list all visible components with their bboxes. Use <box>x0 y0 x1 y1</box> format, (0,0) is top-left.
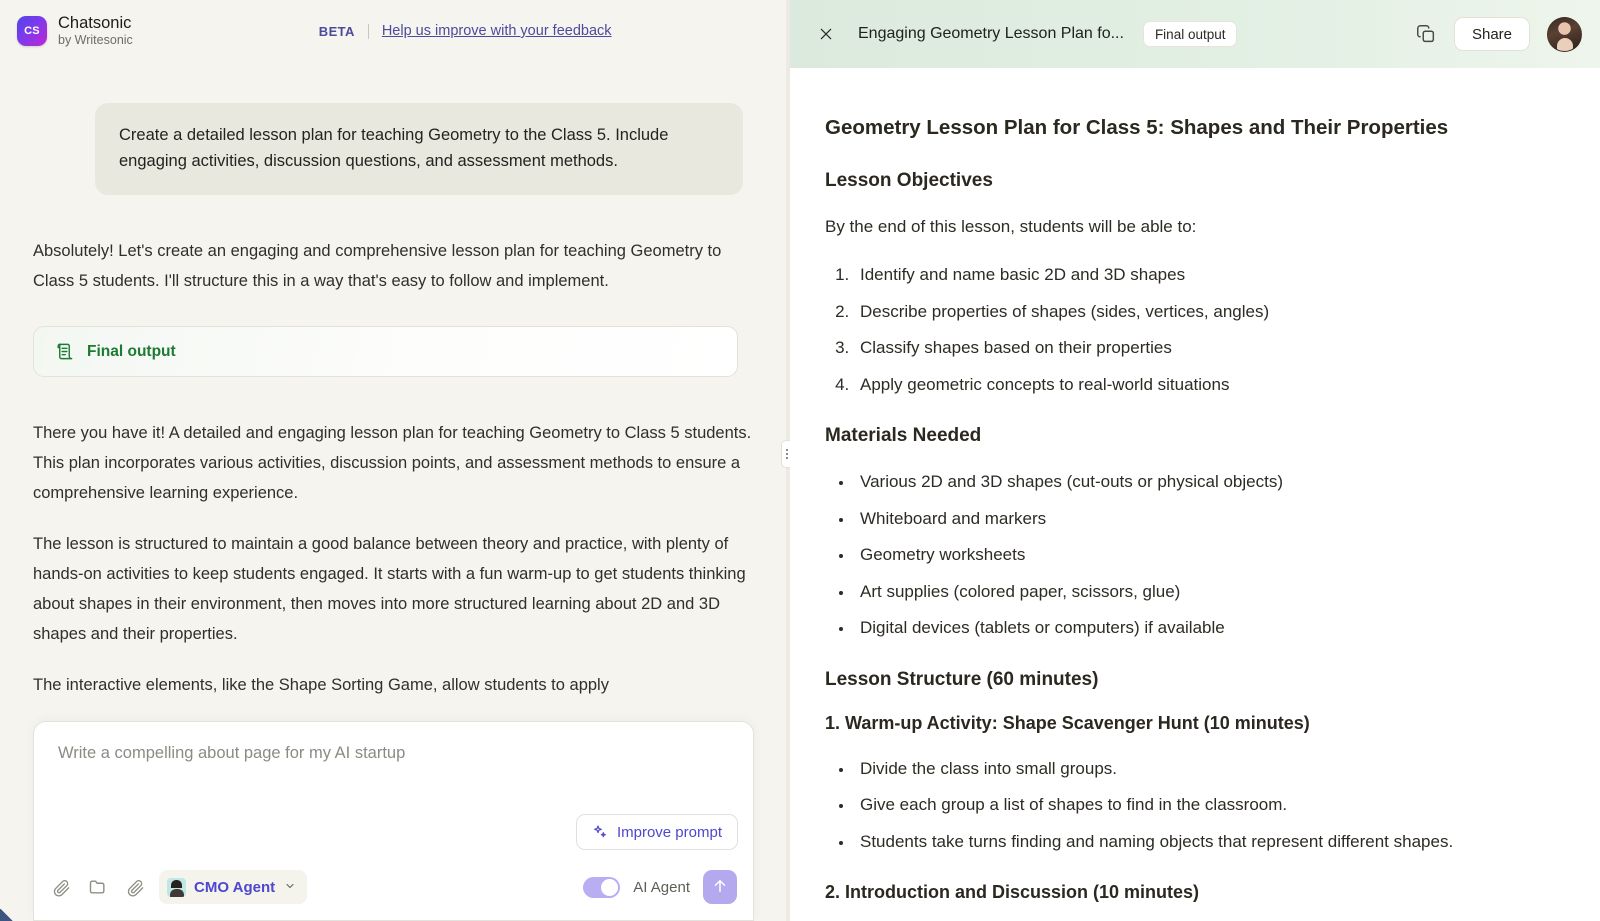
paperclip-icon[interactable] <box>50 876 72 898</box>
final-output-card[interactable]: Final output <box>33 326 738 378</box>
list-item: Geometry worksheets <box>854 542 1560 568</box>
assistant-intro-text: Absolutely! Let's create an engaging and… <box>33 242 722 291</box>
close-icon[interactable] <box>814 22 838 46</box>
list-item: Give each group a list of shapes to find… <box>854 792 1560 818</box>
beta-divider <box>367 23 369 39</box>
ai-agent-label: AI Agent <box>633 878 690 896</box>
brand-text: Chatsonic by Writesonic <box>58 14 133 48</box>
agent-selector[interactable]: CMO Agent <box>159 870 308 904</box>
improve-prompt-button[interactable]: Improve prompt <box>575 814 738 850</box>
assistant-paragraph-2: The lesson is structured to maintain a g… <box>33 535 746 644</box>
final-output-label: Final output <box>87 342 176 360</box>
beta-badge: BETA <box>318 23 355 39</box>
agent-name-label: CMO Agent <box>194 878 276 896</box>
panel-actions: Share <box>1415 16 1582 52</box>
doc-heading-section2: 2. Introduction and Discussion (10 minut… <box>825 882 1200 903</box>
doc-objectives-list: Identify and name basic 2D and 3D shapes… <box>825 262 1560 397</box>
beta-area: BETA Help us improve with your feedback <box>319 23 612 39</box>
list-item: Whiteboard and markers <box>854 506 1560 532</box>
doc-heading-materials: Materials Needed <box>825 425 982 447</box>
final-output-badge: Final output <box>1142 21 1238 47</box>
toggle-knob <box>601 878 619 896</box>
assistant-paragraph-1: There you have it! A detailed and engagi… <box>33 424 752 503</box>
improve-prompt-label: Improve prompt <box>616 823 722 841</box>
doc-heading-section1: 1. Warm-up Activity: Shape Scavenger Hun… <box>825 712 1310 733</box>
avatar[interactable] <box>1547 16 1582 52</box>
list-item: Identify and name basic 2D and 3D shapes <box>854 262 1560 288</box>
list-item: Art supplies (colored paper, scissors, g… <box>854 579 1560 605</box>
send-button[interactable] <box>703 870 737 904</box>
feedback-link[interactable]: Help us improve with your feedback <box>382 23 612 39</box>
prompt-input[interactable] <box>34 722 753 763</box>
list-item: Various 2D and 3D shapes (cut-outs or ph… <box>854 469 1560 495</box>
doc-objectives-intro: By the end of this lesson, students will… <box>825 217 1197 236</box>
composer-toolbar: CMO Agent AI Agent <box>34 854 753 920</box>
document-title: Engaging Geometry Lesson Plan fo... <box>858 25 1124 42</box>
doc-title: Geometry Lesson Plan for Class 5: Shapes… <box>825 116 1449 139</box>
send-arrow-up-icon <box>711 877 729 898</box>
brand[interactable]: CS Chatsonic by Writesonic <box>17 14 133 48</box>
brand-name: Chatsonic <box>58 13 132 32</box>
chatsonic-app: CS Chatsonic by Writesonic BETA Help us … <box>0 0 1600 921</box>
list-item: Describe properties of shapes (sides, ve… <box>854 299 1560 325</box>
copy-icon[interactable] <box>1415 23 1437 45</box>
assistant-paragraph-3: The interactive elements, like the Shape… <box>33 676 609 695</box>
chatsonic-logo-icon: CS <box>17 16 47 46</box>
ai-agent-toggle[interactable] <box>583 876 621 898</box>
list-item: Digital devices (tablets or computers) i… <box>854 615 1560 641</box>
message-composer[interactable]: Improve prompt <box>33 721 754 921</box>
composer-tool-icons <box>50 876 146 898</box>
sparkle-icon <box>592 824 608 840</box>
improve-prompt-row: Improve prompt <box>575 814 738 850</box>
agent-avatar-icon <box>167 877 186 897</box>
chat-panel: CS Chatsonic by Writesonic BETA Help us … <box>0 0 790 921</box>
feather-attach-icon[interactable] <box>124 876 146 898</box>
document-panel: Engaging Geometry Lesson Plan fo... Fina… <box>790 0 1600 921</box>
chevron-down-icon <box>284 880 296 895</box>
doc-section1-list: Divide the class into small groups. Give… <box>825 756 1560 855</box>
brand-subtitle: by Writesonic <box>58 33 133 48</box>
document-content[interactable]: Geometry Lesson Plan for Class 5: Shapes… <box>790 68 1600 921</box>
doc-heading-objectives: Lesson Objectives <box>825 170 993 191</box>
folder-icon[interactable] <box>87 876 109 898</box>
document-icon <box>55 342 74 361</box>
list-item: Divide the class into small groups. <box>854 756 1560 782</box>
app-header: CS Chatsonic by Writesonic BETA Help us … <box>0 0 790 62</box>
user-message-bubble: Create a detailed lesson plan for teachi… <box>95 103 743 196</box>
document-panel-header: Engaging Geometry Lesson Plan fo... Fina… <box>790 0 1600 68</box>
list-item: Students take turns finding and naming o… <box>854 829 1560 855</box>
list-item: Classify shapes based on their propertie… <box>854 335 1560 361</box>
doc-heading-structure: Lesson Structure (60 minutes) <box>825 668 1099 690</box>
share-button[interactable]: Share <box>1453 17 1530 51</box>
composer-right-controls: AI Agent <box>583 870 737 904</box>
list-item: Apply geometric concepts to real-world s… <box>854 372 1560 398</box>
doc-materials-list: Various 2D and 3D shapes (cut-outs or ph… <box>825 469 1560 641</box>
